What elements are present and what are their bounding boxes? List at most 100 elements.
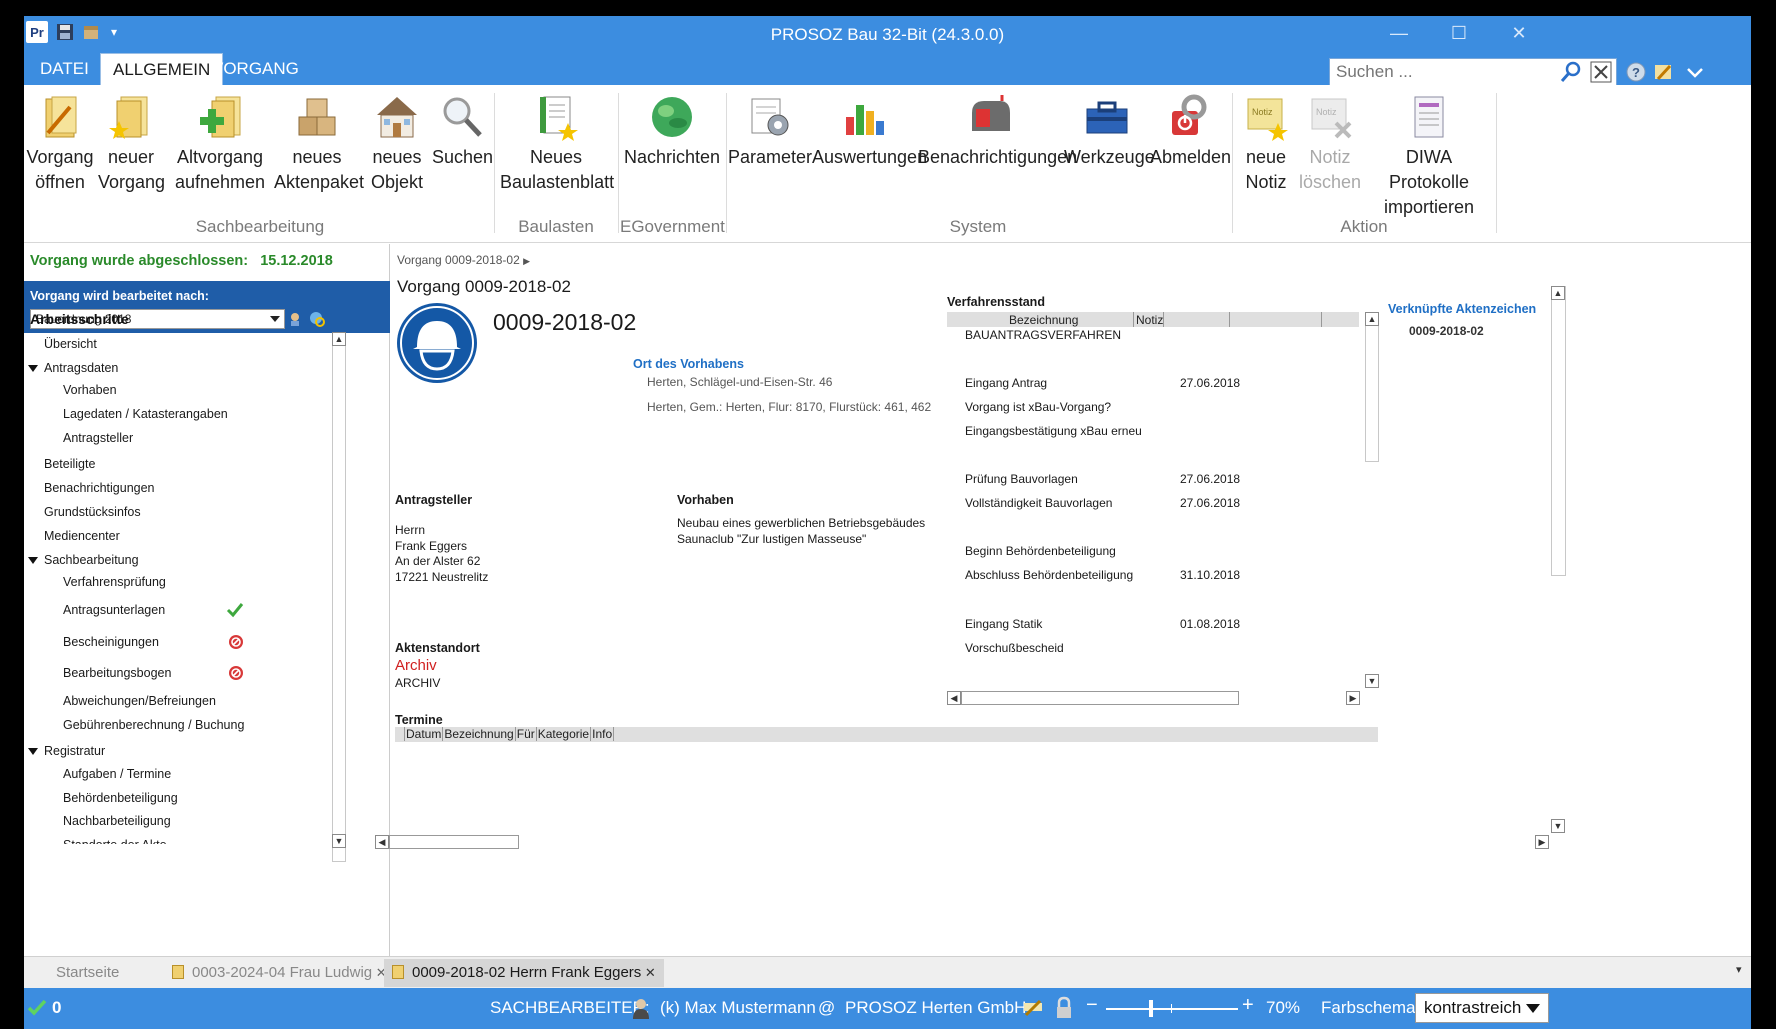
person-search-icon[interactable] [288,311,304,327]
verf-row-label[interactable]: Eingang Antrag [965,376,1141,390]
search-icon[interactable] [1559,60,1585,84]
tree-item[interactable]: Übersicht [44,337,97,351]
tree-item[interactable]: Verfahrensprüfung [63,575,166,589]
group-label-aktion: Aktion [1340,217,1388,236]
pencil-ruler-icon[interactable] [1022,997,1044,1019]
expand-triangle-icon[interactable] [28,557,38,564]
parameter-button[interactable]: Parameter [728,93,812,170]
verf-row-label[interactable]: Vollständigkeit Bauvorlagen [965,496,1141,510]
expand-triangle-icon[interactable] [28,748,38,755]
tree-item[interactable]: Abweichungen/Befreiungen [63,694,216,708]
verf-row-label[interactable]: Vorschußbescheid [965,641,1141,655]
tree-item[interactable]: Behördenbeteiligung [63,791,178,805]
diwa-protokolle-importieren-button[interactable]: DIWA Protokolle importieren [1364,93,1494,220]
breadcrumb[interactable]: Vorgang 0009-2018-02 ▶ [397,253,530,267]
tree-scrollbar[interactable] [332,332,346,862]
verf-scrollbar[interactable] [1365,312,1379,462]
zoom-in-button[interactable]: + [1242,994,1254,1017]
tree-item[interactable]: Nachbarbeteiligung [63,814,171,828]
vorgang-oeffnen-button[interactable]: Vorgang öffnen [24,93,96,195]
verf-scroll-left-icon[interactable]: ◀ [947,691,961,705]
tree-item[interactable]: Antragsteller [63,431,133,445]
main-scroll-up-icon[interactable]: ▲ [1551,286,1565,300]
verf-col-bezeichnung[interactable]: Bezeichnung [1009,313,1078,327]
linked-value[interactable]: 0009-2018-02 [1409,324,1484,338]
tab-document-0009[interactable]: 0009-2018-02 Herrn Frank Eggers ✕ [384,959,664,987]
verf-row-label[interactable]: Eingangsbestätigung xBau erneut ve [965,424,1141,438]
tree-item[interactable]: Antragsunterlagen [63,603,165,617]
termine-col-fuer[interactable]: Für [514,727,536,741]
expand-triangle-icon[interactable] [28,365,38,372]
termine-col-info[interactable]: Info [590,727,615,741]
edit-pen-icon[interactable] [1652,61,1674,83]
tab-startseite[interactable]: Startseite [48,959,127,987]
tree-item[interactable]: Grundstücksinfos [44,505,141,519]
neues-objekt-button[interactable]: neues Objekt [364,93,430,195]
nachrichten-button[interactable]: Nachrichten [622,93,722,170]
tree-item[interactable]: Benachrichtigungen [44,481,155,495]
verf-scroll-down-icon[interactable]: ▼ [1365,674,1379,688]
benachrichtigungen-button[interactable]: Benachrichtigungen [918,93,1077,170]
auswertungen-button[interactable]: Auswertungen [812,93,927,170]
werkzeuge-button[interactable]: Werkzeuge [1064,93,1155,170]
verf-scroll-right-icon[interactable]: ▶ [1346,691,1360,705]
minimize-button[interactable]: — [1382,22,1416,44]
neues-baulastenblatt-button[interactable]: Neues Baulastenblatt [500,93,614,195]
tab-list-icon[interactable]: ▾ [1736,963,1742,976]
verf-row-label[interactable]: Prüfung Bauvorlagen [965,472,1141,486]
lock-icon[interactable] [1054,996,1074,1020]
main-scroll-down-icon[interactable]: ▼ [1551,819,1565,833]
ribbon-collapse-icon[interactable] [1686,67,1704,79]
altvorgang-aufnehmen-button[interactable]: Altvorgang aufnehmen [170,93,270,195]
verf-scroll-up-icon[interactable]: ▲ [1365,312,1379,326]
zoom-slider-thumb[interactable] [1149,1000,1153,1017]
suchen-button[interactable]: Suchen [432,93,493,170]
main-scroll-right-icon[interactable]: ▶ [1535,835,1549,849]
tab-vorgang[interactable]: VORGANG [200,53,311,85]
globe-search-icon[interactable] [308,310,326,328]
tree-item[interactable]: Vorhaben [63,383,117,397]
verf-row-label[interactable]: Eingang Statik [965,617,1141,631]
tree-item[interactable]: Beteiligte [44,457,95,471]
verf-col-notiz[interactable]: Notiz [1136,313,1163,327]
main-scrollbar[interactable] [1551,286,1566,576]
tree-item[interactable]: Bescheinigungen [63,635,159,649]
tree-item[interactable]: Lagedaten / Katasterangaben [63,407,228,421]
verf-row-label[interactable]: Vorgang ist xBau-Vorgang? [965,400,1141,414]
tree-item[interactable]: Mediencenter [44,529,120,543]
close-button[interactable]: ✕ [1502,22,1536,44]
tree-item[interactable]: Sachbearbeitung [44,553,139,567]
tab-datei[interactable]: DATEI [28,53,101,85]
tree-item[interactable]: Aufgaben / Termine [63,767,171,781]
tree-item[interactable]: Registratur [44,744,105,758]
verf-row-label[interactable]: Beginn Behördenbeteiligung [965,544,1141,558]
verf-row-label[interactable]: Abschluss Behördenbeteiligung [965,568,1141,582]
scroll-up-icon[interactable]: ▲ [332,332,346,346]
verf-hscroll-thumb[interactable] [961,691,1239,705]
clear-search-icon[interactable] [1589,60,1613,84]
main-scroll-left-icon[interactable]: ◀ [375,835,389,849]
neuer-vorgang-button[interactable]: neuer Vorgang [98,93,165,195]
termine-col-bezeichnung[interactable]: Bezeichnung [442,727,515,741]
scroll-down-icon[interactable]: ▼ [332,834,346,848]
color-scheme-select[interactable]: kontrastreich [1415,993,1549,1023]
folder-new-icon [107,93,155,141]
termine-col-datum[interactable]: Datum [404,727,443,741]
zoom-out-button[interactable]: − [1086,994,1098,1017]
termine-col-kategorie[interactable]: Kategorie [535,727,591,741]
help-icon[interactable]: ? [1625,61,1647,83]
neues-aktenpaket-button[interactable]: neues Aktenpaket [274,93,364,195]
tab-document-0003[interactable]: 0003-2024-04 Frau Ludwig ✕ [164,959,395,987]
tree-item[interactable]: Antragsdaten [44,361,118,375]
tree-item[interactable]: Bearbeitungsbogen [63,666,171,680]
maximize-button[interactable]: ☐ [1442,22,1476,44]
search-input[interactable] [1330,62,1559,82]
neue-notiz-button[interactable]: Notiz neue Notiz [1238,93,1294,195]
zoom-slider[interactable] [1106,1008,1238,1010]
main-hscroll-thumb[interactable] [389,835,519,849]
tree-item[interactable]: Standorte der Akte [63,838,167,844]
close-tab-icon[interactable]: ✕ [641,965,656,980]
notiz-loeschen-button[interactable]: Notiz Notiz löschen [1296,93,1364,195]
abmelden-button[interactable]: Abmelden [1150,93,1231,170]
tree-item[interactable]: Gebührenberechnung / Buchung [63,718,244,732]
